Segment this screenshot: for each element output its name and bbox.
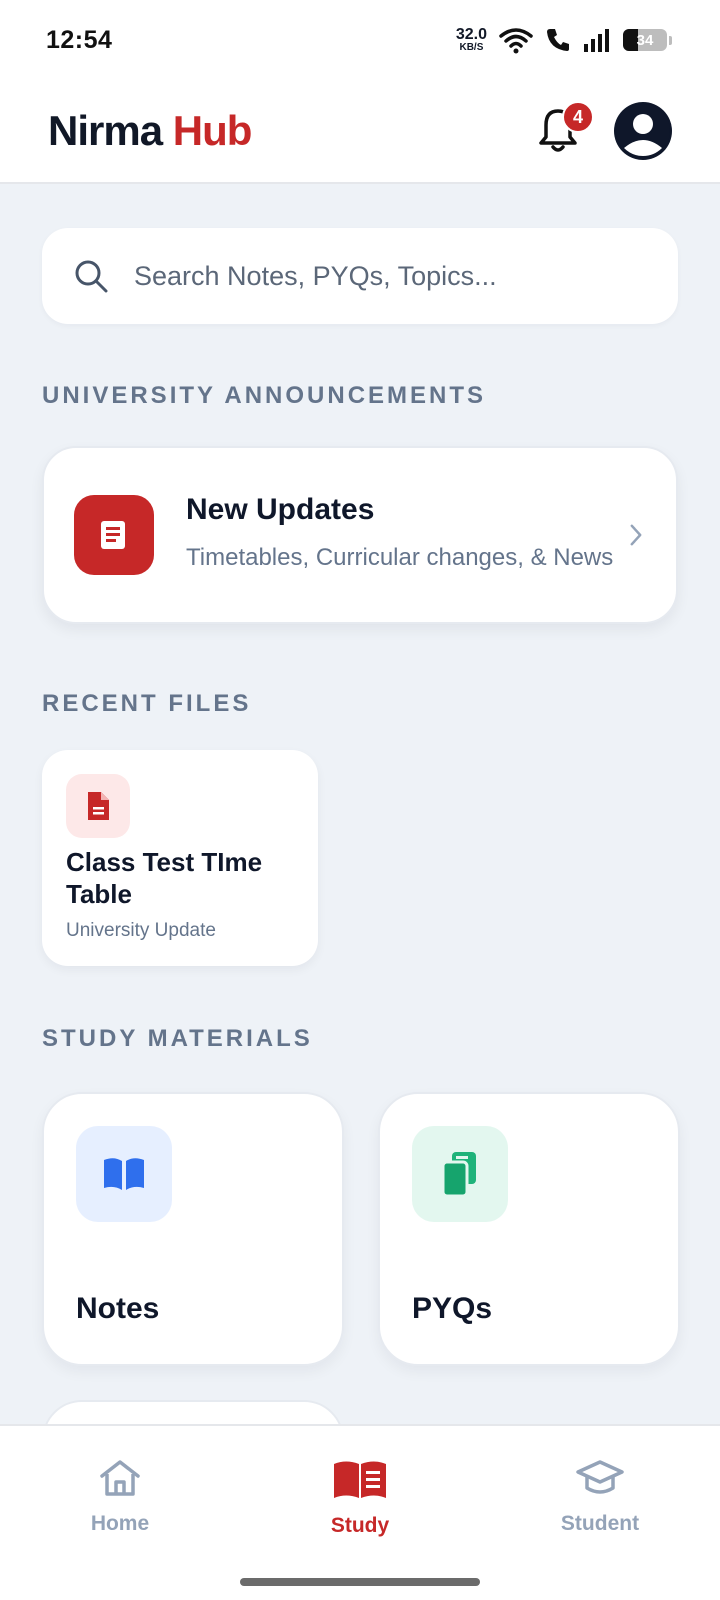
signal-icon — [584, 29, 609, 52]
status-time: 12:54 — [46, 25, 113, 54]
new-updates-subtitle: Timetables, Curricular changes, & News — [186, 544, 614, 571]
notifications-button[interactable]: 4 — [536, 101, 594, 155]
recent-file-card[interactable]: Class Test TIme Table University Update — [42, 750, 318, 966]
nav-item-home[interactable]: Home — [40, 1458, 200, 1536]
brand-name-part1: Nirma — [48, 107, 163, 154]
status-icons: 32.0 KB/S 34 — [456, 26, 672, 54]
app-header: Nirma Hub 4 — [0, 80, 720, 184]
search-icon — [75, 260, 108, 293]
search-input[interactable] — [134, 260, 634, 292]
app-logo: Nirma Hub — [48, 107, 253, 155]
network-speed-unit: KB/S — [459, 42, 484, 53]
nav-label-home: Home — [90, 1512, 150, 1535]
notes-label: Notes — [76, 1292, 160, 1325]
notes-tile[interactable]: Notes — [42, 1092, 344, 1366]
new-updates-title: New Updates — [186, 493, 375, 526]
header-actions: 4 — [536, 101, 672, 160]
graduation-cap-icon — [576, 1460, 624, 1494]
wifi-icon — [499, 28, 533, 54]
nav-item-student[interactable]: Student — [520, 1458, 680, 1536]
section-title-study-materials: STUDY MATERIALS — [42, 1025, 313, 1052]
copy-files-icon — [412, 1126, 508, 1222]
section-title-recent-files: RECENT FILES — [42, 690, 252, 717]
pyqs-tile[interactable]: PYQs — [378, 1092, 680, 1366]
new-updates-text: New Updates Timetables, Curricular chang… — [186, 493, 616, 577]
profile-avatar[interactable] — [614, 102, 672, 160]
book-open-icon — [334, 1461, 386, 1498]
network-speed-value: 32.0 — [455, 26, 487, 43]
document-icon — [66, 774, 130, 838]
call-icon — [547, 29, 569, 51]
battery-indicator: 34 — [623, 29, 667, 51]
notification-badge: 4 — [562, 101, 594, 133]
newspaper-icon — [74, 495, 154, 575]
nav-label-study: Study — [330, 1514, 390, 1537]
book-icon — [76, 1126, 172, 1222]
new-updates-card[interactable]: New Updates Timetables, Curricular chang… — [42, 446, 678, 624]
home-indicator[interactable] — [240, 1578, 480, 1586]
battery-cap — [669, 35, 672, 45]
app-screen: 12:54 32.0 KB/S 34 Nirma Hub 4 Search No… — [0, 0, 720, 1600]
bottom-navigation: Home Study Student — [0, 1424, 720, 1600]
nav-label-student: Student — [560, 1512, 640, 1535]
pyqs-label: PYQs — [412, 1292, 493, 1325]
status-bar: 12:54 32.0 KB/S 34 — [0, 0, 720, 80]
battery-level: 34 — [636, 31, 654, 49]
search-bar[interactable] — [42, 228, 678, 324]
section-title-announcements: UNIVERSITY ANNOUNCEMENTS — [42, 382, 487, 409]
nav-item-study[interactable]: Study — [280, 1458, 440, 1538]
home-icon — [100, 1460, 140, 1496]
network-speed: 32.0 KB/S — [456, 27, 487, 53]
recent-file-title: Class Test TIme Table — [66, 847, 263, 909]
brand-name-part2: Hub — [172, 107, 253, 154]
chevron-right-icon — [630, 524, 642, 546]
recent-file-subtitle: University Update — [66, 920, 216, 941]
user-icon — [616, 104, 670, 158]
